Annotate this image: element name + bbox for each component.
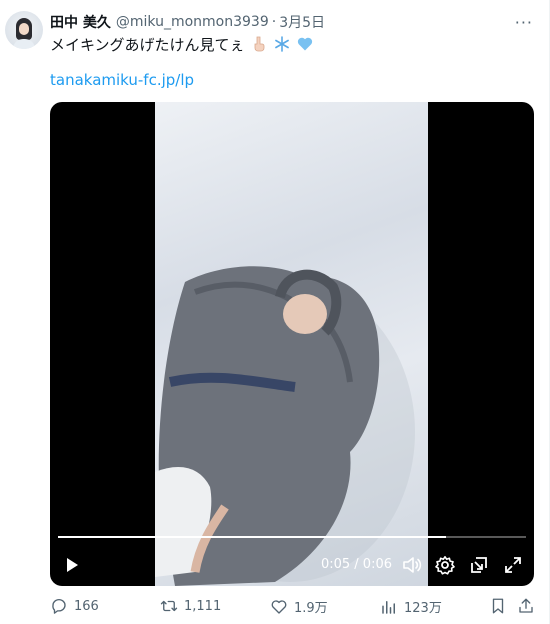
pointing-hand-icon xyxy=(251,36,267,57)
reply-button[interactable]: 166 xyxy=(50,597,99,615)
fullscreen-icon[interactable] xyxy=(503,555,523,575)
author-name[interactable]: 田中 美久 xyxy=(50,12,111,32)
share-icon xyxy=(519,598,533,613)
video-progress-fill xyxy=(58,536,447,538)
video-time: 0:05 / 0:06 xyxy=(320,557,392,572)
volume-icon[interactable] xyxy=(402,555,422,575)
tweet-date[interactable]: 3月5日 xyxy=(279,12,325,32)
tweet-link[interactable]: tanakamiku-fc.jp/lp xyxy=(50,71,194,89)
video-frame xyxy=(155,102,428,586)
tweet-header: 田中 美久 @miku_monmon3939 · 3月5日 xyxy=(50,12,325,32)
bookmark-button[interactable] xyxy=(489,597,513,615)
bookmark-icon xyxy=(492,598,504,614)
video-player[interactable]: 0:05 / 0:06 xyxy=(50,102,534,586)
snowflake-icon xyxy=(274,36,290,57)
reply-count: 166 xyxy=(74,598,99,614)
heart-icon xyxy=(271,599,287,614)
avatar-face xyxy=(19,23,29,35)
video-controls: 0:05 / 0:06 xyxy=(50,548,534,582)
author-handle[interactable]: @miku_monmon3939 xyxy=(116,14,269,30)
like-button[interactable]: 1.9万 xyxy=(270,597,328,616)
retweet-icon xyxy=(160,600,178,612)
picture-in-picture-icon[interactable] xyxy=(469,555,489,575)
views-count: 123万 xyxy=(404,601,442,616)
video-progress-bar[interactable] xyxy=(58,536,526,538)
reply-icon xyxy=(52,598,66,614)
views-button[interactable]: 123万 xyxy=(380,597,442,616)
tweet-text: メイキングあげたけん見てぇ xyxy=(50,35,313,57)
tweet-actions: 166 1,111 1.9万 123万 xyxy=(50,597,534,617)
views-chart-icon xyxy=(382,600,395,614)
avatar-body xyxy=(13,39,35,49)
video-frame-image xyxy=(155,266,415,586)
avatar[interactable] xyxy=(5,11,43,49)
like-count: 1.9万 xyxy=(294,601,328,616)
settings-gear-icon[interactable] xyxy=(435,555,455,575)
separator-dot: · xyxy=(271,14,277,30)
tweet-body: メイキングあげたけん見てぇ xyxy=(50,36,245,54)
retweet-count: 1,111 xyxy=(184,598,222,614)
more-options-icon[interactable]: ··· xyxy=(515,13,533,32)
blue-heart-icon xyxy=(297,36,313,57)
play-icon[interactable] xyxy=(62,555,82,575)
share-button[interactable] xyxy=(517,597,541,615)
retweet-button[interactable]: 1,111 xyxy=(160,597,221,615)
